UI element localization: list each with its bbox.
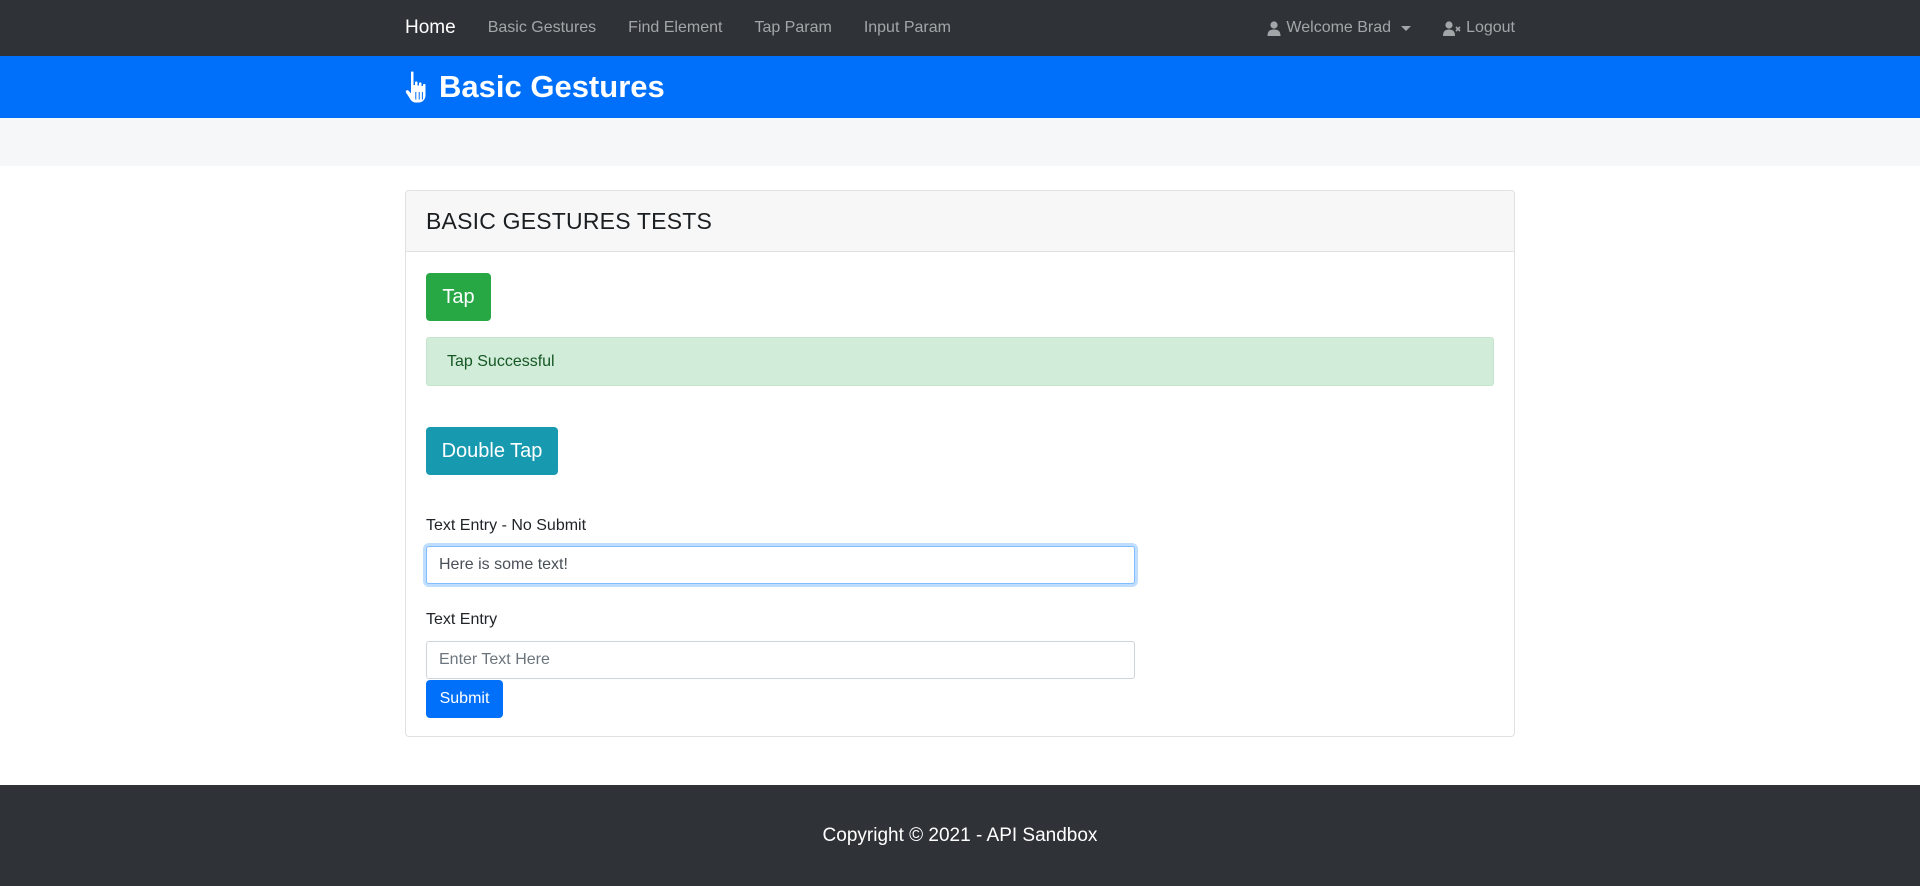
page-title: Basic Gestures [439, 69, 665, 104]
page-header-banner: Basic Gestures [0, 56, 1920, 118]
text-entry-no-submit-label: Text Entry - No Submit [426, 517, 587, 534]
submit-button[interactable]: Submit [426, 680, 503, 718]
nav-find-element-link[interactable]: Find Element [628, 19, 722, 37]
user-welcome-label: Welcome Brad [1286, 19, 1392, 36]
hand-pointer-icon [405, 71, 426, 103]
caret-down-icon [1401, 25, 1412, 31]
user-icon [1267, 20, 1281, 36]
logout-link[interactable]: Logout [1443, 19, 1515, 37]
double-tap-button[interactable]: Double Tap [426, 427, 558, 475]
footer-copyright: Copyright © 2021 - API Sandbox [822, 824, 1098, 846]
user-times-icon [1443, 20, 1461, 36]
navbar-container: Home Basic Gestures Find Element Tap Par… [405, 0, 1515, 56]
navbar-right: Welcome Brad Logout [1235, 0, 1515, 56]
text-entry-label: Text Entry [426, 611, 498, 628]
basic-gestures-card: BASIC GESTURES TESTS Tap Tap Successful … [405, 190, 1515, 737]
nav-input-param-link[interactable]: Input Param [864, 19, 951, 37]
text-entry-no-submit-input[interactable] [426, 546, 1135, 584]
user-dropdown-toggle[interactable]: Welcome Brad [1267, 19, 1412, 37]
page-footer: Copyright © 2021 - API Sandbox [0, 785, 1920, 886]
card-header: BASIC GESTURES TESTS [406, 191, 1514, 252]
nav-basic-gestures-link[interactable]: Basic Gestures [488, 19, 596, 37]
page-header-container: Basic Gestures [405, 56, 665, 118]
top-navbar: Home Basic Gestures Find Element Tap Par… [0, 0, 1920, 56]
logout-label: Logout [1466, 19, 1515, 36]
nav-tap-param-link[interactable]: Tap Param [754, 19, 831, 37]
tap-button[interactable]: Tap [426, 273, 491, 321]
card-title: BASIC GESTURES TESTS [426, 207, 713, 234]
nav-home-link[interactable]: Home [405, 17, 456, 39]
text-entry-input[interactable] [426, 641, 1135, 679]
breadcrumb-strip [0, 118, 1920, 166]
tap-success-alert: Tap Successful [426, 337, 1494, 386]
